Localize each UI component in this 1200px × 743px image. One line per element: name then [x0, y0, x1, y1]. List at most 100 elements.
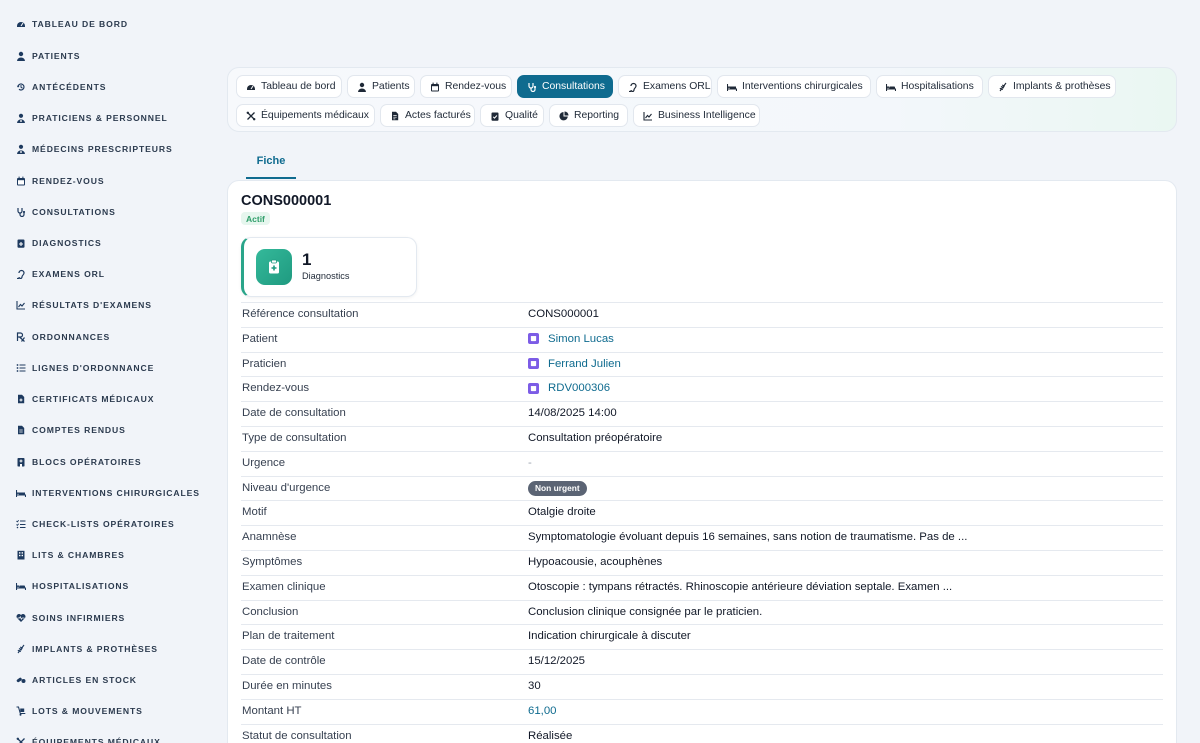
tab-label: Actes facturés — [405, 110, 471, 121]
sidebar-item-label: ORDONNANCES — [32, 332, 111, 342]
chart-line-icon — [643, 111, 653, 121]
pills-icon — [16, 675, 26, 685]
implant-icon — [16, 644, 26, 654]
sidebar-item-rendez-vous[interactable]: RENDEZ-VOUS — [16, 171, 104, 191]
tab-label: Interventions chirurgicales — [742, 81, 863, 92]
field-value: Indication chirurgicale à discuter — [528, 630, 691, 643]
sidebar-item-lots-mouvements[interactable]: LOTS & MOUVEMENTS — [16, 701, 143, 721]
table-row: Type de consultation Consultation préopér… — [241, 425, 1163, 451]
sidebar-item-check-lists-operatoires[interactable]: CHECK-LISTS OPÉRATOIRES — [16, 514, 175, 534]
sidebar-item-blocs-operatoires[interactable]: BLOCS OPÉRATOIRES — [16, 452, 142, 472]
sidebar-item-consultations[interactable]: CONSULTATIONS — [16, 202, 116, 222]
field-link[interactable]: Ferrand Julien — [528, 358, 621, 370]
tab-label: Business Intelligence — [658, 110, 756, 121]
tab-business-intelligence[interactable]: Business Intelligence — [633, 104, 760, 127]
table-row: Durée en minutes 30 — [241, 673, 1163, 699]
list-icon — [16, 363, 26, 373]
sidebar-item-label: TABLEAU DE BORD — [32, 19, 128, 29]
user-doctor-icon — [16, 144, 26, 154]
ear-icon — [16, 269, 26, 279]
field-label: Praticien — [242, 357, 287, 370]
field-value: Non urgent — [528, 480, 587, 497]
stat-label: Diagnostics — [302, 271, 350, 281]
field-value: Otoscopie : tympans rétractés. Rhinoscop… — [528, 580, 953, 593]
sidebar-item-resultats-d-examens[interactable]: RÉSULTATS D'EXAMENS — [16, 295, 152, 315]
field-value: 61,00 — [528, 704, 557, 717]
list-check-icon — [16, 519, 26, 529]
tab-reporting[interactable]: Reporting — [549, 104, 628, 127]
sidebar-item-label: PATIENTS — [32, 51, 81, 61]
tab-patients[interactable]: Patients — [347, 75, 415, 98]
table-row: Date de contrôle 15/12/2025 — [241, 649, 1163, 674]
prescription-icon — [16, 332, 26, 342]
sidebar-item-label: ÉQUIPEMENTS MÉDICAUX — [32, 737, 161, 743]
sidebar-item-soins-infirmiers[interactable]: SOINS INFIRMIERS — [16, 608, 125, 628]
sidebar-item-label: SOINS INFIRMIERS — [32, 613, 126, 623]
sidebar-item-ordonnances[interactable]: ORDONNANCES — [16, 327, 110, 347]
sidebar-item-antecedents[interactable]: ANTÉCÉDENTS — [16, 77, 106, 97]
tools-icon — [246, 111, 256, 121]
sidebar-item-examens-orl[interactable]: EXAMENS ORL — [16, 264, 105, 284]
tab-fiche[interactable]: Fiche — [246, 144, 296, 179]
table-row: Date de consultation 14/08/2025 14:00 — [241, 401, 1163, 426]
tab-tableau-de-bord[interactable]: Tableau de bord — [236, 75, 342, 98]
sidebar-item-label: BLOCS OPÉRATOIRES — [32, 457, 142, 467]
sidebar-item-patients[interactable]: PATIENTS — [16, 46, 80, 66]
field-value: Consultation préopératoire — [528, 431, 663, 444]
sidebar-item-label: HOSPITALISATIONS — [32, 581, 130, 591]
table-row: Plan de traitement Indication chirurgical… — [241, 624, 1163, 649]
sidebar-item-label: RÉSULTATS D'EXAMENS — [32, 300, 152, 310]
sidebar-item-hospitalisations[interactable]: HOSPITALISATIONS — [16, 576, 129, 596]
module-tabs-panel: Tableau de bord Patients Rendez-vous Consul… — [227, 67, 1177, 132]
dolly-icon — [16, 706, 26, 716]
sidebar-item-articles-en-stock[interactable]: ARTICLES EN STOCK — [16, 670, 137, 690]
calendar-icon — [16, 176, 26, 186]
sidebar-item-comptes-rendus[interactable]: COMPTES RENDUS — [16, 420, 126, 440]
tab-interventions-chirurgicales[interactable]: Interventions chirurgicales — [717, 75, 871, 98]
record-title: CONS000001 — [241, 193, 332, 209]
tab-implants-protheses[interactable]: Implants & prothèses — [988, 75, 1116, 98]
sidebar-item-equipements-medicaux[interactable]: ÉQUIPEMENTS MÉDICAUX — [16, 732, 161, 743]
tab-label: Reporting — [574, 110, 620, 121]
table-row: Conclusion Conclusion clinique consignée … — [241, 599, 1163, 625]
building-icon — [16, 550, 26, 560]
tab-equipements-medicaux[interactable]: Équipements médicaux — [236, 104, 375, 127]
tab-hospitalisations[interactable]: Hospitalisations — [876, 75, 983, 98]
file-medical-icon — [16, 394, 26, 404]
tab-rendez-vous[interactable]: Rendez-vous — [420, 75, 512, 98]
field-link[interactable]: Simon Lucas — [528, 333, 614, 345]
field-link[interactable]: RDV000306 — [528, 382, 610, 394]
field-value: Conclusion clinique consignée par le pra… — [528, 605, 763, 618]
field-label: Date de contrôle — [242, 655, 326, 668]
sidebar-item-medecins-prescripteurs[interactable]: MÉDECINS PRESCRIPTEURS — [16, 139, 173, 159]
sidebar-item-praticiens-personnel[interactable]: PRATICIENS & PERSONNEL — [16, 108, 168, 128]
field-value: Hypoacousie, acouphènes — [528, 555, 663, 568]
sidebar-item-label: CONSULTATIONS — [32, 207, 116, 217]
tab-label: Tableau de bord — [261, 81, 336, 92]
record-link-icon — [528, 333, 539, 345]
sidebar-item-lignes-d-ordonnance[interactable]: LIGNES D'ORDONNANCE — [16, 358, 154, 378]
table-row: Urgence - — [241, 450, 1163, 476]
tab-label: Qualité — [505, 110, 538, 121]
diagnostics-stat-card[interactable]: 1 Diagnostics — [241, 237, 417, 297]
tab-consultations[interactable]: Consultations — [517, 75, 613, 98]
field-label: Date de consultation — [242, 407, 346, 420]
field-label: Niveau d'urgence — [242, 481, 331, 494]
sidebar-item-certificats-medicaux[interactable]: CERTIFICATS MÉDICAUX — [16, 389, 154, 409]
sidebar-item-label: PRATICIENS & PERSONNEL — [32, 113, 168, 123]
sidebar-item-tableau-de-bord[interactable]: TABLEAU DE BORD — [16, 14, 128, 34]
sidebar-item-interventions-chirurgicales[interactable]: INTERVENTIONS CHIRURGICALES — [16, 483, 200, 503]
tab-label: Rendez-vous — [445, 81, 507, 92]
table-row: Symptômes Hypoacousie, acouphènes — [241, 549, 1163, 575]
sidebar-item-diagnostics[interactable]: DIAGNOSTICS — [16, 233, 102, 253]
field-label: Urgence — [242, 456, 286, 469]
sidebar-item-lits-chambres[interactable]: LITS & CHAMBRES — [16, 545, 125, 565]
tab-qualite[interactable]: Qualité — [480, 104, 544, 127]
tab-actes-factures[interactable]: Actes facturés — [380, 104, 475, 127]
sidebar-item-implants-protheses[interactable]: IMPLANTS & PROTHÈSES — [16, 639, 158, 659]
dashboard-icon — [246, 82, 256, 92]
ear-icon — [628, 82, 638, 92]
hospital-icon — [16, 457, 26, 467]
tab-examens-orl[interactable]: Examens ORL — [618, 75, 712, 98]
stethoscope-icon — [16, 207, 26, 217]
